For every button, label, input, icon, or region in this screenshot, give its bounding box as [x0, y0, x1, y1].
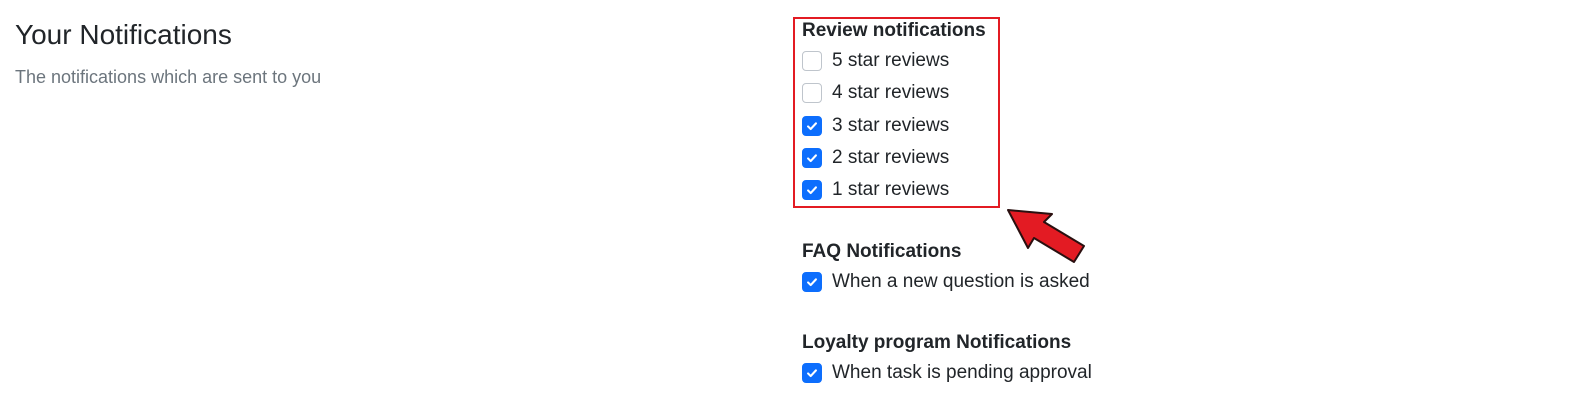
loyalty-notifications-title: Loyalty program Notifications [802, 332, 1072, 353]
checkbox-box[interactable] [802, 272, 822, 293]
checkbox-box[interactable] [802, 51, 822, 72]
review-notifications-title: Review notifications [802, 20, 986, 41]
checkbox-label: 3 star reviews [832, 114, 950, 136]
checkbox-3-star-reviews[interactable]: 3 star reviews [802, 110, 986, 142]
checkbox-task-pending-approval[interactable]: When task is pending approval [802, 357, 1092, 389]
checkbox-5-star-reviews[interactable]: 5 star reviews [802, 45, 986, 77]
checkbox-new-question[interactable]: When a new question is asked [802, 266, 1090, 298]
page-subtitle: The notifications which are sent to you [15, 67, 322, 87]
arrow-shape [1007, 209, 1085, 263]
check-icon [807, 186, 817, 195]
intro-section: Your Notifications The notifications whi… [15, 17, 321, 89]
checkbox-2-star-reviews[interactable]: 2 star reviews [802, 142, 986, 174]
check-icon [807, 122, 817, 130]
review-notifications-group: Review notifications 5 star reviews 4 st… [802, 19, 986, 206]
checkbox-label: 5 star reviews [832, 50, 950, 72]
check-icon [807, 278, 817, 287]
notifications-page: Your Notifications The notifications whi… [0, 0, 1584, 410]
checkbox-label: When task is pending approval [832, 362, 1092, 384]
checkbox-box[interactable] [802, 180, 822, 201]
checkbox-label: 4 star reviews [832, 82, 950, 104]
checkbox-label: 1 star reviews [832, 179, 950, 201]
pointer-arrow-icon [1007, 209, 1085, 263]
notification-settings: Review notifications 5 star reviews 4 st… [802, 0, 1402, 410]
checkbox-box[interactable] [802, 148, 822, 169]
checkbox-label: When a new question is asked [832, 271, 1090, 293]
page-title: Your Notifications [15, 19, 232, 50]
check-icon [807, 154, 817, 163]
checkbox-box[interactable] [802, 115, 822, 136]
checkbox-label: 2 star reviews [832, 147, 950, 169]
checkbox-1-star-reviews[interactable]: 1 star reviews [802, 174, 986, 206]
checkbox-box[interactable] [802, 363, 822, 384]
checkbox-box[interactable] [802, 83, 822, 104]
checkbox-4-star-reviews[interactable]: 4 star reviews [802, 77, 986, 109]
check-icon [807, 369, 817, 378]
loyalty-notifications-group: Loyalty program Notifications When task … [802, 331, 1092, 389]
